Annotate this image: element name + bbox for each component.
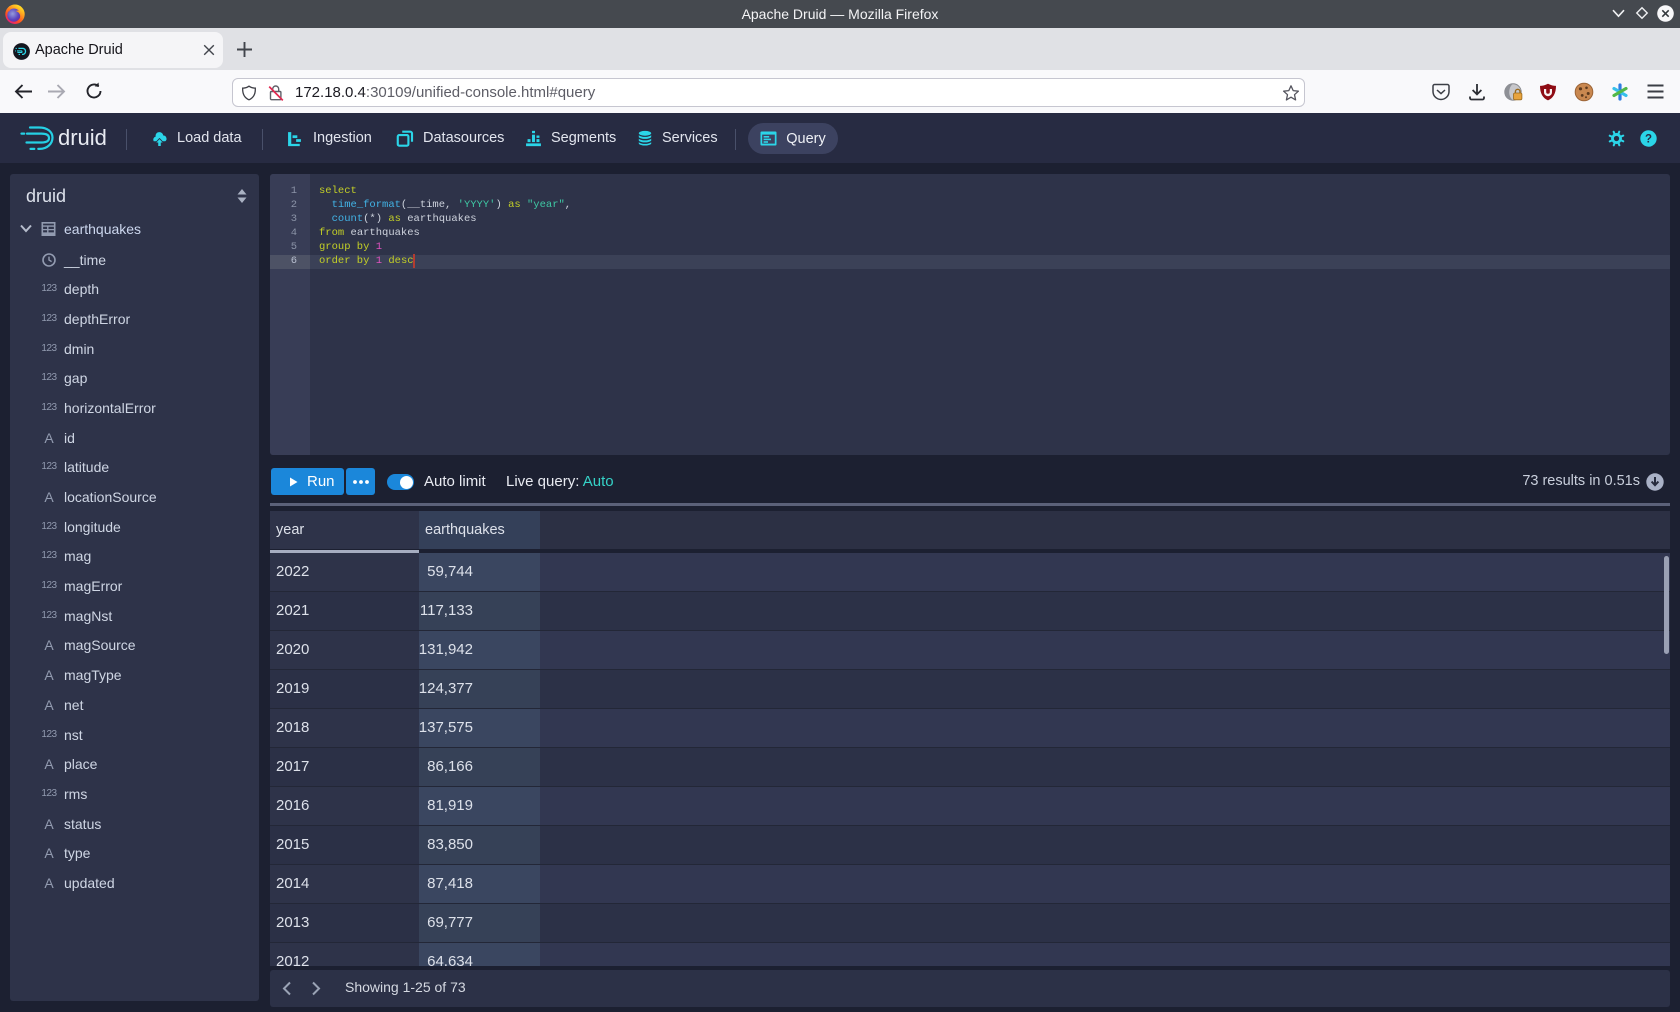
svg-text:?: ?: [1645, 133, 1652, 145]
